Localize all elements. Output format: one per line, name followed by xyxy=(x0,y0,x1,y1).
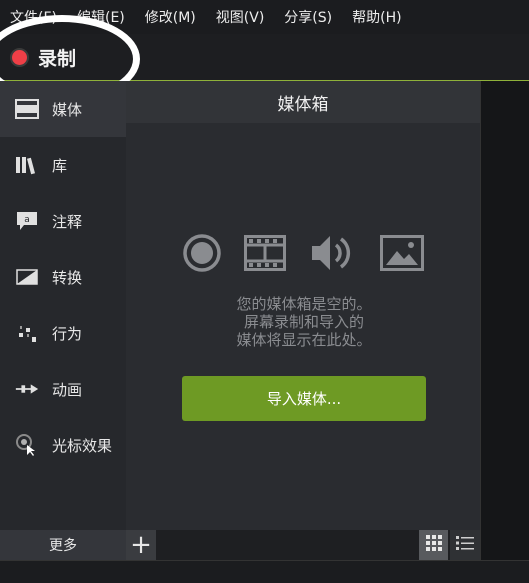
sidebar-item-animations[interactable]: 动画 xyxy=(0,361,126,417)
sidebar-item-label: 行为 xyxy=(52,324,83,343)
record-button[interactable]: 录制 xyxy=(10,44,76,70)
add-button[interactable]: + xyxy=(126,530,156,560)
library-books-icon xyxy=(14,152,40,178)
sidebar-item-media[interactable]: 媒体 xyxy=(0,81,126,137)
behavior-icon xyxy=(14,320,40,346)
sidebar-item-cursor-effects[interactable]: 光标效果 xyxy=(0,417,126,473)
menu-edit[interactable]: 编辑(E) xyxy=(77,7,125,27)
menu-share[interactable]: 分享(S) xyxy=(284,7,332,27)
cursor-effect-icon xyxy=(14,432,40,458)
panel-title: 媒体箱 xyxy=(126,81,480,123)
sidebar-item-library[interactable]: 库 xyxy=(0,137,126,193)
record-icon xyxy=(182,233,226,273)
audio-icon xyxy=(310,233,354,273)
film-icon xyxy=(14,96,40,122)
empty-message-line: 媒体将显示在此处。 xyxy=(236,331,372,349)
more-button[interactable]: 更多 xyxy=(0,530,126,560)
sidebar-item-label: 注释 xyxy=(52,212,83,231)
menu-bar: 文件(F) 编辑(E) 修改(M) 视图(V) 分享(S) 帮助(H) xyxy=(0,0,529,34)
sidebar-item-label: 媒体 xyxy=(52,100,83,119)
sidebar-item-label: 动画 xyxy=(52,380,83,399)
record-dot-icon xyxy=(10,47,29,67)
record-label: 录制 xyxy=(38,47,77,70)
transition-icon xyxy=(14,264,40,290)
sidebar-item-label: 库 xyxy=(52,156,68,175)
annotation-callout-icon: a xyxy=(14,208,40,234)
menu-file[interactable]: 文件(F) xyxy=(10,7,57,27)
animation-arrow-icon xyxy=(14,376,40,402)
media-type-icons xyxy=(182,233,428,273)
image-icon xyxy=(380,233,424,273)
sidebar: 媒体 库 a 注释 转换 行为 动画 光标效果 xyxy=(0,81,126,530)
list-view-button[interactable] xyxy=(450,530,480,560)
toolbar: 录制 xyxy=(0,34,529,81)
sidebar-item-label: 光标效果 xyxy=(52,436,113,455)
svg-text:a: a xyxy=(24,215,30,225)
film-icon xyxy=(244,233,288,273)
empty-message-line: 您的媒体箱是空的。 xyxy=(236,295,372,313)
sidebar-item-behaviors[interactable]: 行为 xyxy=(0,305,126,361)
empty-message: 您的媒体箱是空的。 屏幕录制和导入的 媒体将显示在此处。 xyxy=(186,295,422,349)
empty-message-line: 屏幕录制和导入的 xyxy=(243,313,364,331)
sidebar-item-label: 转换 xyxy=(52,268,83,287)
menu-view[interactable]: 视图(V) xyxy=(216,7,265,27)
menu-modify[interactable]: 修改(M) xyxy=(145,7,196,27)
sidebar-item-annotations[interactable]: a 注释 xyxy=(0,193,126,249)
list-icon xyxy=(455,534,475,556)
status-bar xyxy=(0,560,529,583)
grid-view-button[interactable] xyxy=(419,530,448,560)
menu-help[interactable]: 帮助(H) xyxy=(352,7,401,27)
right-panel-strip xyxy=(480,81,529,560)
grid-icon xyxy=(425,534,443,556)
import-media-button[interactable]: 导入媒体... xyxy=(182,376,426,421)
sidebar-item-transitions[interactable]: 转换 xyxy=(0,249,126,305)
